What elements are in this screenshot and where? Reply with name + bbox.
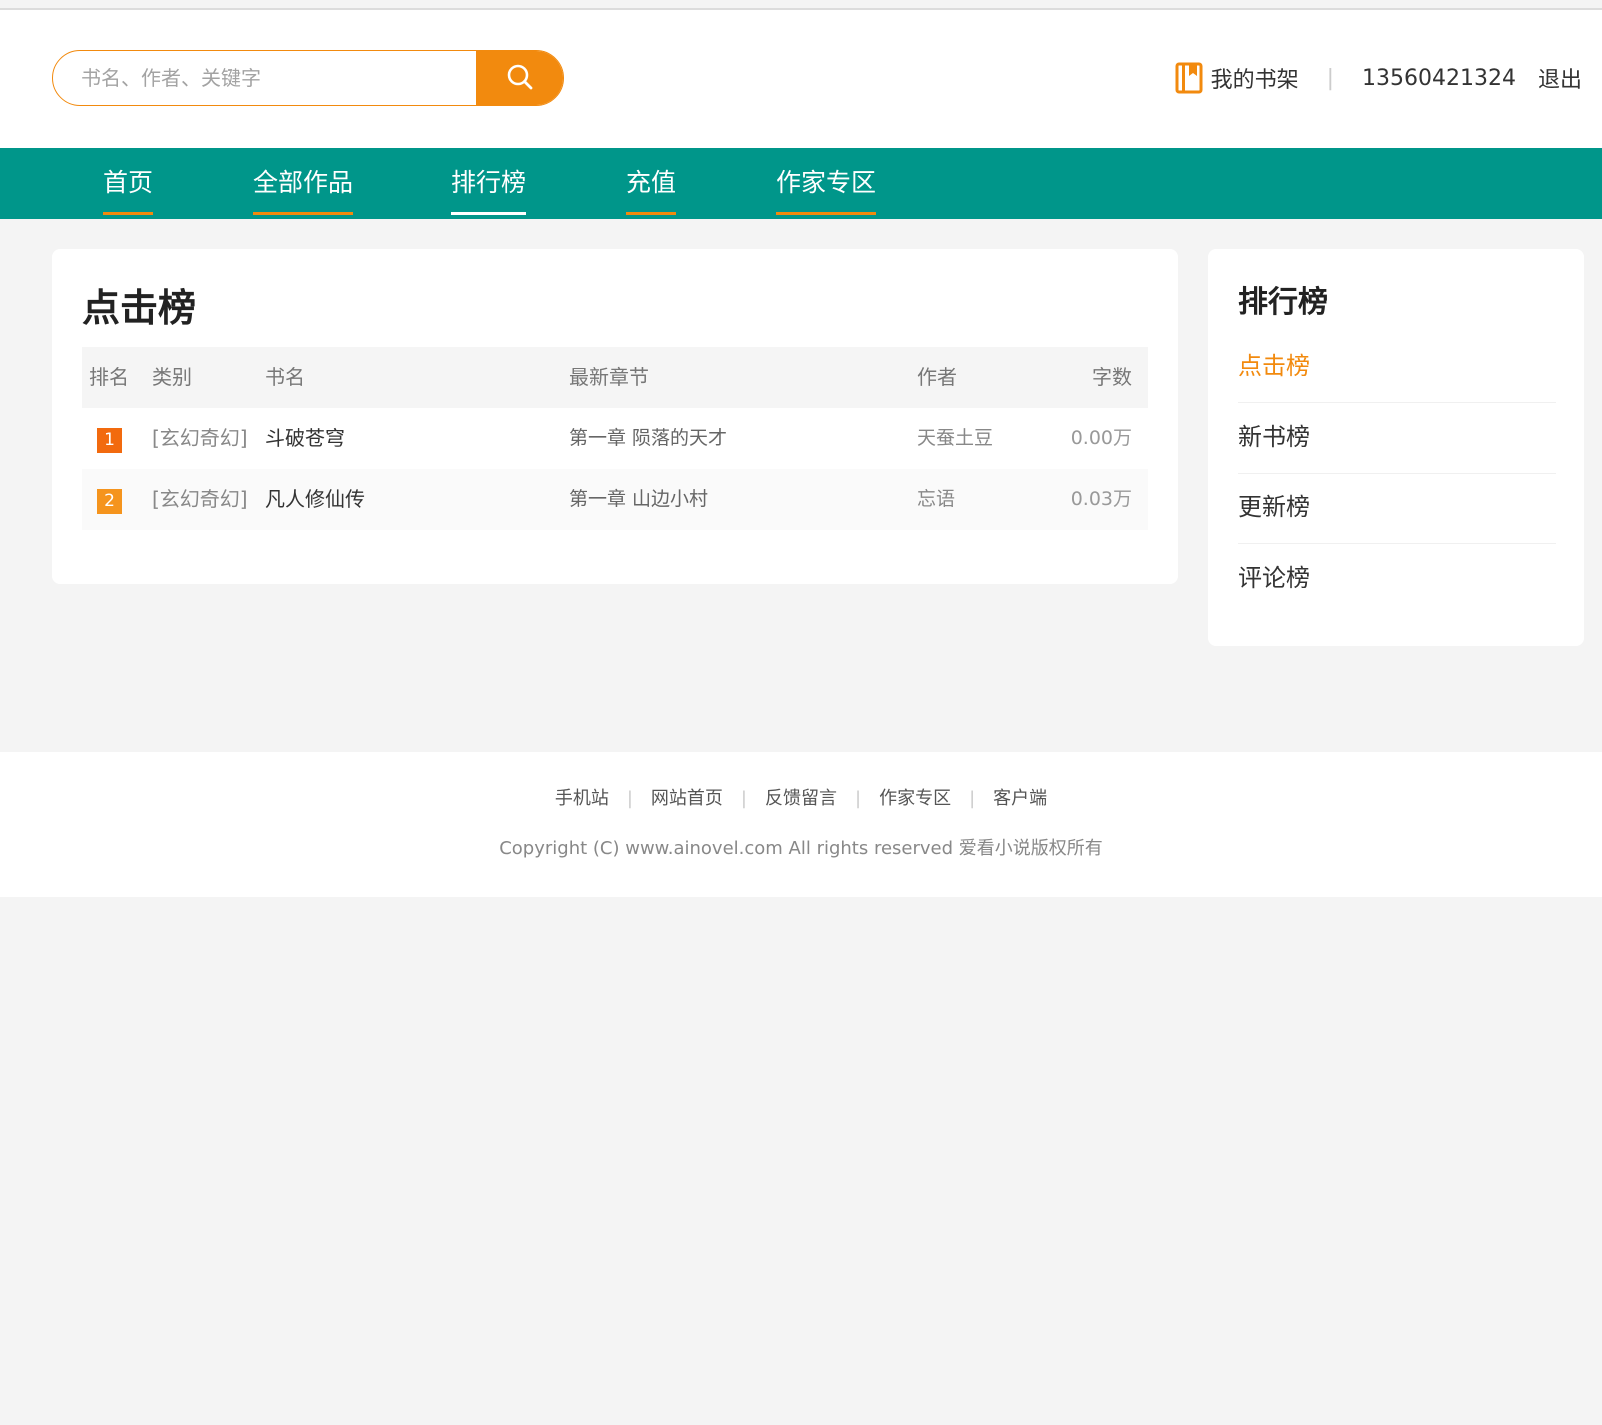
- column-header-category: 类别: [152, 365, 192, 389]
- nav-label: 充值: [626, 168, 677, 197]
- nav-rankings[interactable]: 排行榜: [451, 148, 527, 219]
- rank-cell: 1: [89, 408, 122, 469]
- my-bookshelf-link[interactable]: 我的书架: [1175, 62, 1299, 94]
- footer-link-client[interactable]: 客户端: [993, 788, 1047, 809]
- column-header-chapter: 最新章节: [569, 365, 649, 389]
- nav-author-zone[interactable]: 作家专区: [776, 148, 877, 219]
- bookshelf-label: 我的书架: [1210, 68, 1299, 93]
- footer-separator: |: [969, 788, 976, 809]
- column-header-rank: 排名: [89, 365, 129, 389]
- ranking-panel: 点击榜 排名 类别 书名 最新章节 作者 字数 1 [玄幻奇幻] 斗破苍穹 第一…: [52, 249, 1178, 584]
- word-count-cell: 0.00万: [1070, 427, 1132, 449]
- footer-link-mobile[interactable]: 手机站: [555, 788, 609, 809]
- search-input[interactable]: [53, 51, 477, 105]
- page-title: 点击榜: [82, 286, 197, 330]
- footer: 手机站 | 网站首页 | 反馈留言 | 作家专区 | 客户端 Copyright (C) www…: [0, 752, 1602, 897]
- logout-link[interactable]: 退出: [1538, 62, 1582, 94]
- column-header-name: 书名: [265, 365, 305, 389]
- sidebar-item-click-rank[interactable]: 点击榜: [1238, 331, 1556, 403]
- table-row: 1 [玄幻奇幻] 斗破苍穹 第一章 陨落的天才 天蚕土豆 0.00万: [82, 408, 1148, 469]
- category-cell: [玄幻奇幻]: [152, 426, 248, 450]
- nav-underline: [103, 212, 154, 215]
- nav-underline: [776, 212, 877, 215]
- nav-label: 全部作品: [253, 168, 354, 197]
- nav-all-works[interactable]: 全部作品: [253, 148, 354, 219]
- latest-chapter-link[interactable]: 第一章 山边小村: [569, 469, 708, 530]
- latest-chapter-link[interactable]: 第一章 陨落的天才: [569, 408, 727, 469]
- author-cell: 忘语: [917, 488, 956, 510]
- search-icon: [505, 62, 535, 95]
- nav-label: 首页: [103, 168, 154, 197]
- nav-underline: [626, 212, 677, 215]
- column-header-words: 字数: [1092, 365, 1132, 389]
- footer-separator: |: [626, 788, 633, 809]
- header-separator: |: [1326, 65, 1335, 91]
- nav-label: 作家专区: [776, 168, 877, 197]
- footer-separator: |: [855, 788, 862, 809]
- footer-link-feedback[interactable]: 反馈留言: [765, 788, 837, 809]
- author-cell: 天蚕土豆: [917, 427, 994, 449]
- rank-badge: 1: [97, 428, 122, 453]
- category-cell: [玄幻奇幻]: [152, 487, 248, 511]
- sidebar-item-new-books[interactable]: 新书榜: [1238, 402, 1556, 474]
- search-box: [52, 50, 564, 106]
- word-count-cell: 0.03万: [1070, 488, 1132, 510]
- table-header: 排名 类别 书名 最新章节 作者 字数: [82, 347, 1148, 408]
- sidebar-title: 排行榜: [1238, 285, 1328, 320]
- ranking-sidebar: 排行榜 点击榜 新书榜 更新榜 评论榜: [1208, 249, 1584, 646]
- nav-home[interactable]: 首页: [103, 148, 154, 219]
- footer-separator: |: [740, 788, 747, 809]
- nav-recharge[interactable]: 充值: [626, 148, 677, 219]
- rank-badge: 2: [97, 489, 122, 514]
- rank-cell: 2: [89, 469, 122, 530]
- nav-underline-active: [451, 212, 527, 215]
- nav-underline: [253, 212, 354, 215]
- search-button[interactable]: [476, 51, 563, 105]
- sidebar-item-comments[interactable]: 评论榜: [1238, 543, 1556, 615]
- bookshelf-icon: [1175, 62, 1203, 94]
- nav-label: 排行榜: [451, 168, 527, 197]
- header: 我的书架 | 13560421324 退出: [0, 10, 1602, 148]
- ranking-table: 排名 类别 书名 最新章节 作者 字数 1 [玄幻奇幻] 斗破苍穹 第一章 陨落…: [82, 347, 1148, 530]
- user-area: 我的书架 | 13560421324 退出: [1175, 50, 1582, 106]
- sidebar-item-updates[interactable]: 更新榜: [1238, 472, 1556, 544]
- column-header-author: 作者: [917, 365, 957, 389]
- main-nav: 首页 全部作品 排行榜 充值 作家专区: [0, 148, 1602, 219]
- footer-link-author-zone[interactable]: 作家专区: [879, 788, 951, 809]
- table-row: 2 [玄幻奇幻] 凡人修仙传 第一章 山边小村 忘语 0.03万: [82, 469, 1148, 530]
- footer-links: 手机站 | 网站首页 | 反馈留言 | 作家专区 | 客户端: [0, 784, 1602, 810]
- book-name-link[interactable]: 斗破苍穹: [265, 408, 345, 469]
- book-name-link[interactable]: 凡人修仙传: [265, 469, 365, 530]
- user-phone: 13560421324: [1362, 65, 1516, 91]
- copyright-text: Copyright (C) www.ainovel.com All rights…: [499, 838, 1103, 859]
- footer-link-home[interactable]: 网站首页: [651, 788, 723, 809]
